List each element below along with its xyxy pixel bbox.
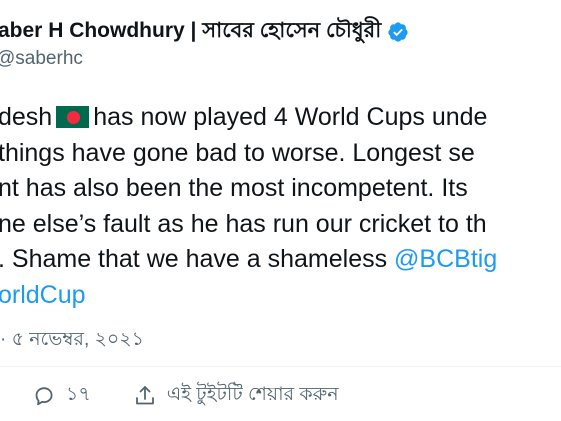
tweet-text-segment: has now played 4 World Cups unde	[93, 103, 488, 131]
author-display-name[interactable]: aber H Chowdhury | সাবের হোসেন চৌধুরী	[0, 14, 381, 49]
reply-button[interactable]: ১৭	[32, 380, 91, 412]
tweet-card: aber H Chowdhury | সাবের হোসেন চৌধুরী @s…	[0, 0, 561, 421]
divider	[0, 366, 561, 367]
verified-badge-icon	[387, 21, 409, 43]
reply-count: ১৭	[66, 384, 91, 405]
tweet-line-4: ne else’s fault as he has run our cricke…	[0, 209, 487, 238]
author-row[interactable]: aber H Chowdhury | সাবের হোসেন চৌধুরী	[0, 14, 409, 49]
tweet-line-1: desh has now played 4 World Cups unde	[0, 100, 497, 136]
tweet-line-5: . Shame that we have a shameless @BCBtig	[0, 242, 497, 278]
tweet-timestamp[interactable]: · ৫ নভেম্বর, ২০২১	[0, 325, 144, 357]
tweet-text-segment: desh	[0, 103, 53, 131]
tweet-line-6: orldCup	[0, 278, 497, 314]
share-label: এই টুইটটি শেয়ার করুন	[166, 384, 339, 405]
author-handle[interactable]: @saberhc	[0, 48, 83, 70]
tweet-line-2: things have gone bad to worse. Longest s…	[0, 138, 475, 167]
share-tweet-button[interactable]: এই টুইটটি শেয়ার করুন	[133, 380, 339, 412]
tweet-actions: ১৭ এই টুইটটি শেয়ার করুন	[32, 380, 339, 412]
tweet-body: desh has now played 4 World Cups unde thi…	[0, 100, 497, 313]
mention-link[interactable]: @BCBtig	[394, 245, 497, 273]
tweet-line-3: nt has also been the most incompetent. I…	[0, 174, 468, 202]
hashtag-link[interactable]: orldCup	[0, 281, 86, 309]
share-upload-icon	[133, 384, 157, 408]
tweet-text-segment: . Shame that we have a shameless	[0, 245, 395, 273]
bangladesh-flag-icon	[56, 106, 90, 128]
reply-bubble-icon	[32, 384, 56, 408]
